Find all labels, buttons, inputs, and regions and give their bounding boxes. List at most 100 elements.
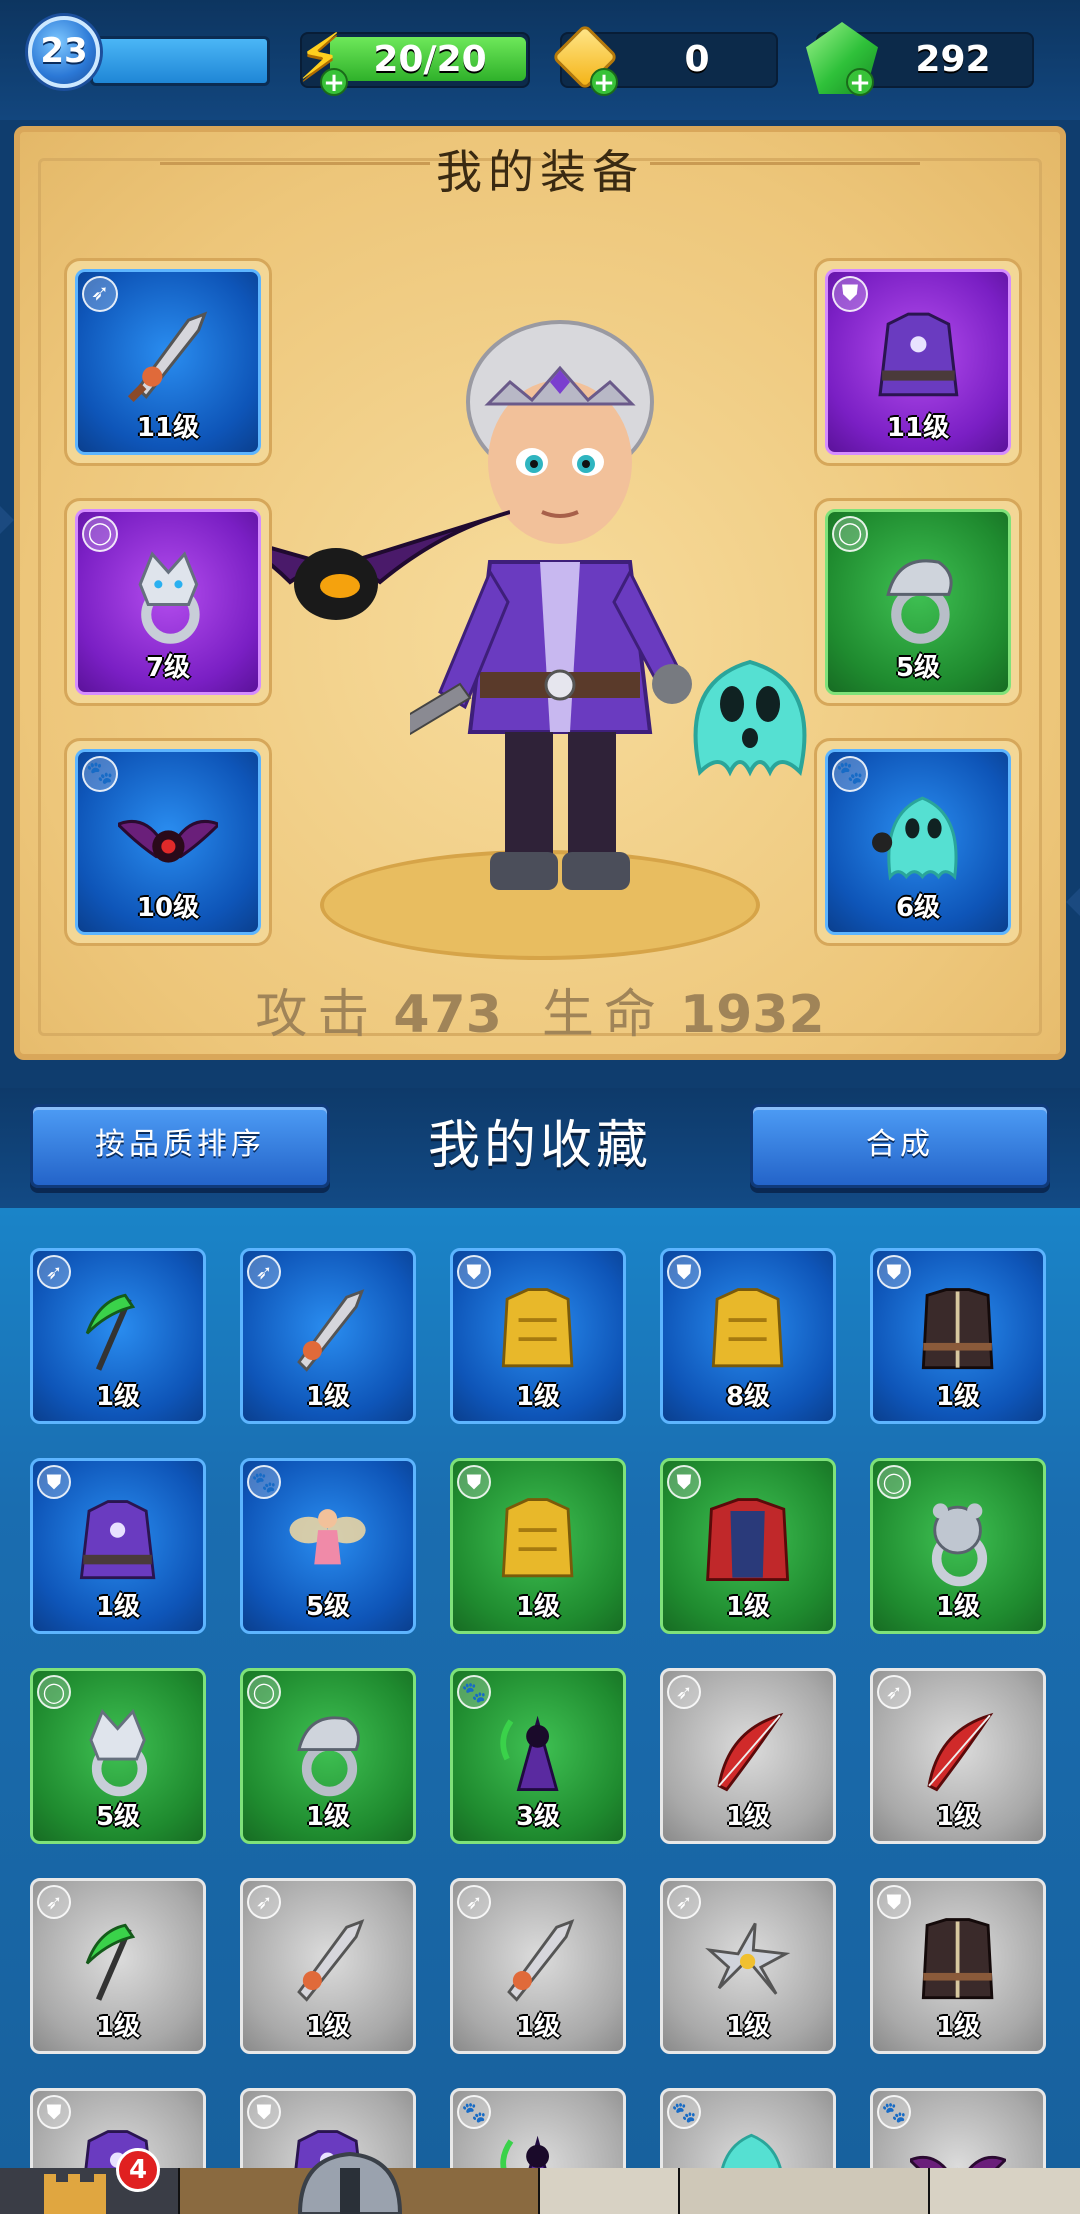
shop-tab[interactable] xyxy=(680,2168,930,2214)
collection-item[interactable]: 🐾 3级 xyxy=(450,1668,626,1844)
slot-level: 10级 xyxy=(136,893,200,923)
sword-icon xyxy=(297,1918,365,2002)
equip-slot-armor[interactable]: ⛊ 11级 xyxy=(814,258,1022,466)
armor-type-icon: ⛊ xyxy=(457,1465,491,1499)
energy-value: 20/20 xyxy=(373,39,487,80)
equip-slot-weapon[interactable]: ➶ 11级 xyxy=(64,258,272,466)
shuriken-icon xyxy=(705,1922,791,1995)
item-level: 1级 xyxy=(725,1802,771,1832)
armor-type-icon: ⛊ xyxy=(667,1465,701,1499)
attack-label: 攻击 xyxy=(255,985,380,1045)
leather-vest-icon xyxy=(922,1287,994,1369)
collection-item[interactable]: ⛊ 1级 xyxy=(870,1248,1046,1424)
collection-title: 我的收藏 xyxy=(427,1116,652,1176)
purple-vest-icon xyxy=(80,1499,156,1579)
collection-item[interactable]: ◯ 5级 xyxy=(30,1668,206,1844)
castle-icon xyxy=(44,2174,106,2214)
hero-tab[interactable] xyxy=(930,2168,1080,2214)
equipment-title: 我的装备 xyxy=(436,145,644,199)
collection-item[interactable]: ⛊ 1级 xyxy=(30,1458,206,1634)
pet-paw-icon: 🐾 xyxy=(457,2095,491,2129)
ring-type-icon: ◯ xyxy=(82,516,118,552)
armor-type-icon: ⛊ xyxy=(457,1255,491,1289)
weapon-type-icon: ➶ xyxy=(457,1885,491,1919)
item-level: 1级 xyxy=(305,1802,351,1832)
item-level: 1级 xyxy=(515,2012,561,2042)
item-level: 8级 xyxy=(725,1382,771,1412)
collection-item[interactable]: ➶ 1级 xyxy=(660,1668,836,1844)
wolf-ring-icon xyxy=(89,1708,148,1796)
item-level: 1级 xyxy=(95,1592,141,1622)
collection-item[interactable]: ➶ 1级 xyxy=(240,1878,416,2054)
map-tab[interactable] xyxy=(540,2168,680,2214)
ring-type-icon: ◯ xyxy=(37,1675,71,1709)
equip-slot-ring-2[interactable]: ◯ 5级 xyxy=(814,498,1022,706)
right-edge-arrow-icon xyxy=(1066,888,1080,916)
add-ticket-plus-icon[interactable]: + xyxy=(590,68,618,96)
scythe-icon xyxy=(86,1293,136,1371)
equip-slot-pet[interactable]: 🐾 10级 xyxy=(64,738,272,946)
serpent-ring-icon xyxy=(297,1716,361,1796)
collection-item[interactable]: ◯ 1级 xyxy=(870,1458,1046,1634)
scythe-icon xyxy=(86,1923,136,2001)
collection-item[interactable]: ➶ 1级 xyxy=(240,1248,416,1424)
add-gem-plus-icon[interactable]: + xyxy=(846,68,874,96)
hero-stats: 攻击 473 生命 1932 xyxy=(20,972,1060,1047)
bear-ring-icon xyxy=(932,1503,988,1586)
equipment-panel: 我的装备 ➶ 11级 ◯ 7级 🐾 10级 ⛊ 11级 ◯ 5级 🐾 6级 攻击… xyxy=(14,126,1066,1060)
collection-item[interactable]: ➶ 1级 xyxy=(30,1248,206,1424)
equip-slot-ring[interactable]: ◯ 7级 xyxy=(64,498,272,706)
armor-type-icon: ⛊ xyxy=(877,1255,911,1289)
ticket-counter[interactable]: + 0 xyxy=(551,23,778,96)
collection-item[interactable]: ➶ 1级 xyxy=(450,1878,626,2054)
slot-quality-frame: ⛊ 11级 xyxy=(825,269,1011,455)
player-level: 23 xyxy=(40,31,88,71)
energy-counter[interactable]: ⚡ + 20/20 xyxy=(298,21,530,96)
collection-item[interactable]: ⛊ 8级 xyxy=(660,1248,836,1424)
pet-paw-icon: 🐾 xyxy=(82,756,118,792)
collection-item[interactable]: ➶ 1级 xyxy=(30,1878,206,2054)
armor-type-icon: ⛊ xyxy=(832,276,868,312)
item-level: 1级 xyxy=(515,1592,561,1622)
ring-type-icon: ◯ xyxy=(877,1465,911,1499)
slot-quality-frame: ◯ 5级 xyxy=(825,509,1011,695)
collection-item[interactable]: ⛊ 1级 xyxy=(450,1458,626,1634)
pet-paw-icon: 🐾 xyxy=(457,1675,491,1709)
item-level: 5级 xyxy=(95,1802,141,1832)
sort-by-quality-button[interactable]: 按品质排序 xyxy=(30,1104,330,1188)
armor-type-icon: ⛊ xyxy=(37,2095,71,2129)
hp-label: 生命 xyxy=(541,985,666,1045)
player-level-badge[interactable]: 23 xyxy=(28,16,100,88)
item-level: 5级 xyxy=(305,1592,351,1622)
item-level: 1级 xyxy=(935,1802,981,1832)
merge-button[interactable]: 合成 xyxy=(750,1104,1050,1188)
helmet-icon xyxy=(297,2151,403,2214)
equip-slot-pet-2[interactable]: 🐾 6级 xyxy=(814,738,1022,946)
gem-counter[interactable]: + 292 xyxy=(806,22,1034,96)
sword-icon xyxy=(297,1288,365,1372)
gem-value: 292 xyxy=(915,39,991,80)
ring-type-icon: ◯ xyxy=(832,516,868,552)
collection-item[interactable]: ⛊ 1级 xyxy=(660,1458,836,1634)
weapon-type-icon: ➶ xyxy=(82,276,118,312)
collection-item[interactable]: ➶ 1级 xyxy=(870,1668,1046,1844)
armor-type-icon: ⛊ xyxy=(877,1885,911,1919)
wolf-ring-icon xyxy=(138,551,200,645)
collection-item[interactable]: ◯ 1级 xyxy=(240,1668,416,1844)
weapon-type-icon: ➶ xyxy=(667,1675,701,1709)
equipment-tab[interactable] xyxy=(180,2151,540,2214)
collection-item[interactable]: ⛊ 1级 xyxy=(450,1248,626,1424)
sword-icon xyxy=(127,311,207,403)
weapon-type-icon: ➶ xyxy=(247,1885,281,1919)
fairy-pet-icon xyxy=(289,1508,367,1564)
collection-item[interactable]: ⛊ 1级 xyxy=(870,1878,1046,2054)
weapon-type-icon: ➶ xyxy=(667,1885,701,1919)
collection-item[interactable]: 🐾 5级 xyxy=(240,1458,416,1634)
hp-value: 1932 xyxy=(679,985,825,1045)
collection-header: 按品质排序 我的收藏 合成 xyxy=(0,1088,1080,1208)
weapon-type-icon: ➶ xyxy=(877,1675,911,1709)
collection-item[interactable]: ➶ 1级 xyxy=(660,1878,836,2054)
left-edge-arrow-icon xyxy=(0,506,14,534)
slot-level: 5级 xyxy=(895,653,941,683)
item-level: 1级 xyxy=(305,1382,351,1412)
